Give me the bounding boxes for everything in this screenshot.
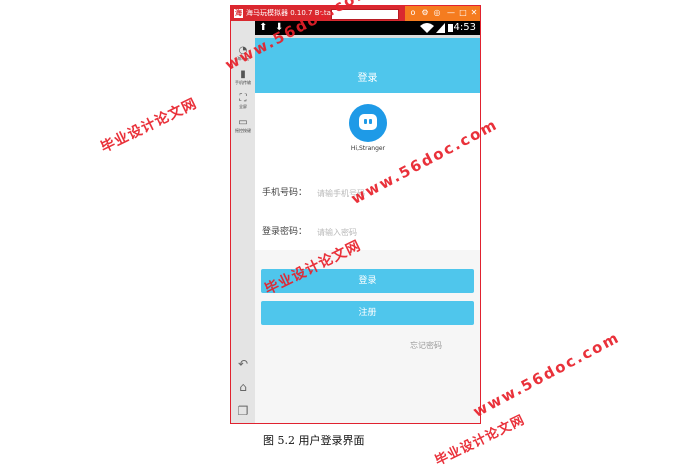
fullscreen-icon: ⛶ xyxy=(239,93,247,104)
sidebar-item-keymap[interactable]: ▭ 摇控按键 xyxy=(232,117,254,133)
signal-icon xyxy=(436,23,445,33)
watermark-site: www.56doc.com xyxy=(470,328,623,421)
wifi-icon xyxy=(420,23,434,33)
chat-bubble-icon xyxy=(349,104,387,142)
emulator-window: 海 海马玩模拟器 0.10.7 Beta o ⚙ ◎ — □ ✕ ◔ 海马玩 ▮… xyxy=(230,5,481,424)
status-time: 4:53 xyxy=(453,22,476,33)
page-title: 登录 xyxy=(357,73,378,84)
phone-label: 手机号码： xyxy=(262,188,308,198)
app-screen: 登录 Hi,Stranger 手机号码： 登录密码： 登录 注册 忘记密码 xyxy=(255,35,480,423)
sidebar-item-fullscreen[interactable]: ⛶ 全屏 xyxy=(232,93,254,109)
forgot-password-link[interactable]: 忘记密码 xyxy=(410,341,442,351)
logo-text: Hi,Stranger xyxy=(350,145,386,152)
upload-icon: ⬆ xyxy=(259,22,268,33)
home-icon[interactable]: ⌂ xyxy=(235,380,251,394)
app-header: 登录 xyxy=(255,38,480,93)
app-logo: Hi,Stranger xyxy=(335,101,401,159)
recent-apps-icon[interactable]: ❐ xyxy=(235,404,251,418)
figure-caption: 图 5.2 用户登录界面 xyxy=(263,434,365,447)
sidebar-item-label: 手机传输 xyxy=(235,80,251,85)
sidebar-item-label: 全屏 xyxy=(239,104,247,109)
gear-icon[interactable]: ⚙ xyxy=(419,7,431,19)
back-icon[interactable]: ↶ xyxy=(235,357,251,371)
emulator-logo-icon: 海 xyxy=(234,9,243,18)
close-icon[interactable]: ✕ xyxy=(468,7,480,19)
register-button[interactable]: 注册 xyxy=(261,301,474,325)
watermark-school: 毕业设计论文网 xyxy=(98,95,200,157)
battery-icon xyxy=(448,24,453,32)
emulator-window-controls: o ⚙ ◎ — □ ✕ xyxy=(405,6,480,21)
login-form: Hi,Stranger 手机号码： 登录密码： xyxy=(255,93,480,250)
keyboard-icon: ▭ xyxy=(238,117,248,128)
skin-icon[interactable]: ◎ xyxy=(431,7,443,19)
sidebar-item-transfer[interactable]: ▮ 手机传输 xyxy=(232,69,254,85)
account-icon[interactable]: o xyxy=(407,7,419,19)
sidebar-item-label: 摇控按键 xyxy=(235,128,251,133)
emulator-titlebar: 海 海马玩模拟器 0.10.7 Beta o ⚙ ◎ — □ ✕ xyxy=(231,6,480,21)
minimize-icon[interactable]: — xyxy=(445,7,457,19)
password-label: 登录密码： xyxy=(262,227,308,237)
password-input[interactable] xyxy=(317,226,467,238)
emulator-sidebar: ◔ 海马玩 ▮ 手机传输 ⛶ 全屏 ▭ 摇控按键 ↶ ⌂ ❐ xyxy=(231,21,255,423)
